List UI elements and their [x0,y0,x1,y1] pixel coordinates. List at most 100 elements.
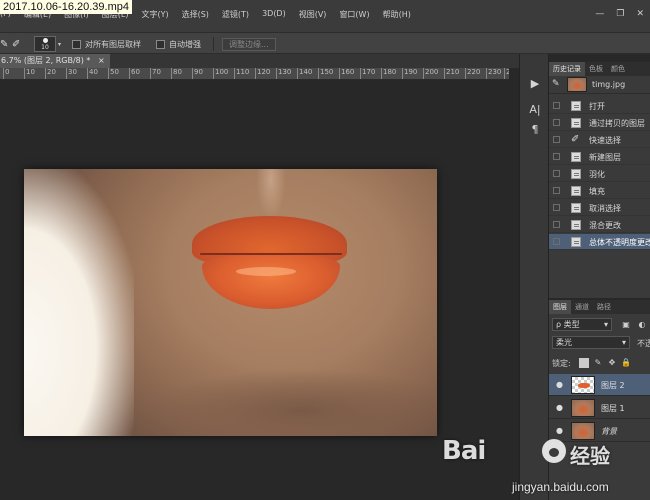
brush-size-value: 10 [41,43,49,51]
history-source-box[interactable] [553,119,560,126]
video-filename-label: 2017.10.06-16.20.39.mp4 [0,0,132,14]
watermark-logo: Bai [442,436,486,466]
tab-history[interactable]: 历史记录 [549,62,585,76]
history-item[interactable]: 羽化 [549,166,650,182]
history-item[interactable]: 取消选择 [549,200,650,216]
lock-transparency-icon[interactable] [579,358,589,368]
lock-position-icon[interactable]: ✥ [607,358,617,368]
brush-mode-icon: ✐ [12,38,21,50]
menu-select[interactable]: 选择(S) [182,9,209,20]
lock-pixels-icon[interactable]: ✎ [593,358,603,368]
history-item[interactable]: 新建图层 [549,149,650,165]
watermark-url: jingyan.baidu.com [512,480,609,494]
image-filter-icon[interactable]: ▣ [621,320,631,330]
lock-row: 锁定: ✎ ✥ 🔒 [549,354,650,372]
history-item-label: 混合更改 [589,221,621,230]
history-source-box[interactable] [553,204,560,211]
opacity-label: 不透 [637,339,650,348]
snapshot-name: timg.jpg [592,80,626,89]
options-bar: ✎ ✐ 10 ▾ 对所有图层取样 自动增强 调整边缘... [0,32,650,54]
tab-strip [110,54,519,68]
character-panel-icon[interactable]: A| [527,102,543,118]
history-source-box[interactable] [553,153,560,160]
refine-edge-wrap: 调整边缘... [222,37,276,51]
tool-preset-picker[interactable]: ✎ [0,37,8,51]
history-item[interactable]: 打开 [549,98,650,114]
ruler-tick: 180 [380,68,397,79]
blend-mode-value: 柔光 [556,338,572,347]
history-panel: 历史记录 色板 颜色 ✎ timg.jpg 打开 通过拷贝的图层 ✐ 快速选择 … [549,62,650,298]
minimize-icon[interactable]: — [595,9,604,19]
history-snapshot[interactable]: ✎ timg.jpg [549,76,650,94]
snapshot-thumbnail [567,77,587,92]
tab-paths[interactable]: 路径 [593,300,615,314]
close-icon[interactable]: ✕ [636,9,644,19]
tab-channels[interactable]: 通道 [571,300,593,314]
lock-all-icon[interactable]: 🔒 [621,358,631,368]
auto-enhance-checkbox[interactable] [156,39,165,49]
brush-mode-picker[interactable]: ✐ [12,37,20,51]
history-item-label: 快速选择 [589,136,621,145]
auto-enhance-label: 自动增强 [169,39,201,49]
menu-type[interactable]: 文字(Y) [141,9,168,20]
sample-all-layers-checkbox[interactable] [72,39,81,49]
window-controls: — ❐ ✕ [595,9,644,19]
layer-filter-select[interactable]: ρ 类型 ▾ [552,318,612,331]
sample-all-layers-option[interactable]: 对所有图层取样 [72,37,141,51]
history-source-box[interactable] [553,238,560,245]
history-source-box[interactable] [553,187,560,194]
blend-mode-select[interactable]: 柔光 ▾ [552,336,630,349]
ruler-tick: 70 [150,68,161,79]
paragraph-panel-icon[interactable]: ¶ [527,122,543,138]
history-source-box[interactable] [553,102,560,109]
history-item[interactable]: ✐ 快速选择 [549,132,650,148]
tab-layers[interactable]: 图层 [549,300,571,314]
layer-name: 图层 2 [601,381,625,390]
layer-row-selected[interactable]: ● 图层 2 [549,374,650,396]
menu-window[interactable]: 窗口(W) [339,9,369,20]
history-item[interactable]: 填充 [549,183,650,199]
history-item-label: 羽化 [589,170,605,179]
document-tab[interactable]: 6.7% (图层 2, RGB/8) * × [0,54,110,68]
ruler-tick: 90 [192,68,203,79]
history-item-label: 取消选择 [589,204,621,213]
refine-edge-button[interactable]: 调整边缘... [222,37,276,51]
ruler-tick: 110 [233,68,250,79]
eye-icon[interactable]: ● [555,403,564,412]
document-tab-title: 6.7% (图层 2, RGB/8) * [1,56,91,65]
adjustment-filter-icon[interactable]: ◐ [637,320,647,330]
brush-size-picker[interactable]: 10 ▾ [34,36,61,52]
tab-color[interactable]: 颜色 [607,62,629,76]
document-image[interactable] [24,169,437,436]
tab-close-icon[interactable]: × [98,54,105,68]
history-item[interactable]: 混合更改 [549,217,650,233]
layer-row[interactable]: ● 图层 1 [549,397,650,419]
history-source-box[interactable] [553,221,560,228]
ruler-tick: 150 [317,68,334,79]
sample-all-layers-label: 对所有图层取样 [85,39,141,49]
history-source-box[interactable] [553,170,560,177]
history-brush-icon[interactable]: ✎ [552,79,560,89]
menu-help[interactable]: 帮助(H) [383,9,411,20]
ruler-tick: 160 [338,68,355,79]
eye-icon[interactable]: ● [555,426,564,435]
auto-enhance-option[interactable]: 自动增强 [156,37,201,51]
quick-select-icon: ✐ [571,134,580,145]
sep-1 [213,37,214,51]
quick-select-tool-icon: ✎ [0,38,9,50]
lip-line [200,253,342,255]
play-actions-icon[interactable]: ▶ [527,76,543,92]
tab-swatches[interactable]: 色板 [585,62,607,76]
ruler-tick: 230 [485,68,502,79]
history-item-selected[interactable]: 总体不透明度更改 [549,234,650,250]
ruler-tick: 210 [443,68,460,79]
philtrum [256,169,286,219]
restore-icon[interactable]: ❐ [616,9,624,19]
history-item[interactable]: 通过拷贝的图层 [549,115,650,131]
menu-3d[interactable]: 3D(D) [262,9,286,20]
menu-view[interactable]: 视图(V) [299,9,327,20]
history-source-box[interactable] [553,136,560,143]
menu-filter[interactable]: 滤镜(T) [222,9,249,20]
eye-icon[interactable]: ● [555,380,564,389]
ruler-tick: 130 [275,68,292,79]
